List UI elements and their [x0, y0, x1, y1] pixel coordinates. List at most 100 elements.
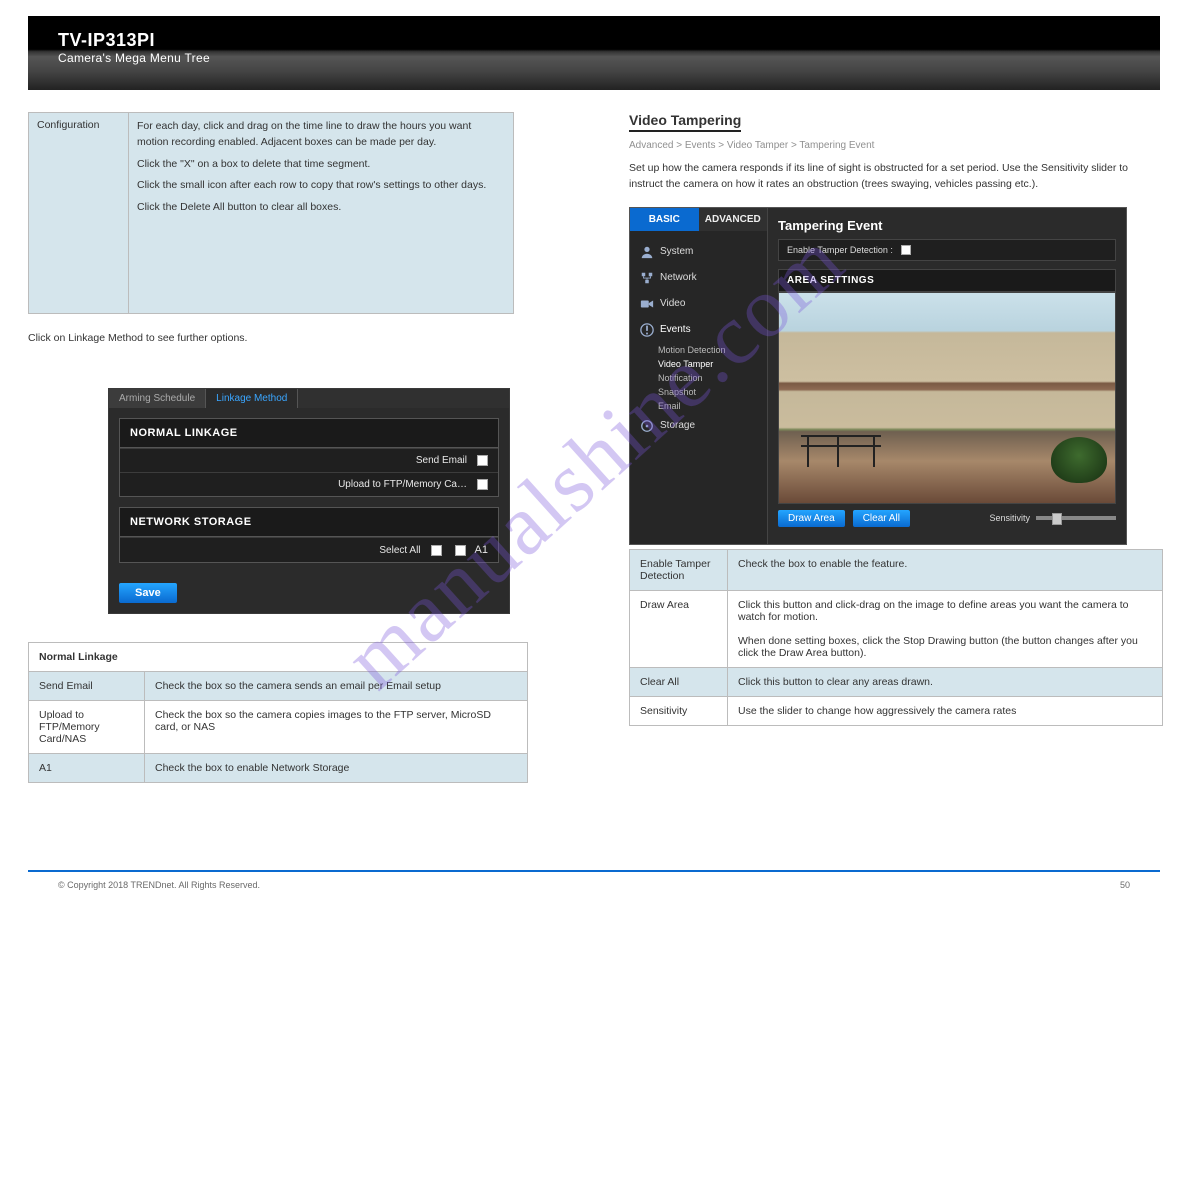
model-name: TV-IP313PI — [58, 30, 1130, 51]
nav-sub-tamper[interactable]: Video Tamper — [636, 357, 761, 371]
nav-system-label: System — [660, 246, 693, 257]
save-bar: Save — [109, 573, 509, 613]
ts-r4-desc: Use the slider to change how aggressivel… — [728, 697, 1162, 725]
preview-bench — [801, 427, 881, 467]
label-a1: A1 — [475, 544, 488, 556]
storage-icon — [640, 419, 654, 433]
nav-network-label: Network — [660, 272, 697, 283]
sensitivity-label: Sensitivity — [989, 513, 1030, 523]
video-tampering-blurb: Set up how the camera responds if its li… — [629, 161, 1160, 193]
nav-video-label: Video — [660, 298, 685, 309]
checkbox-upload[interactable] — [477, 479, 488, 490]
page-number: 50 — [1120, 880, 1130, 890]
video-icon — [640, 297, 654, 311]
left-column: Configuration For each day, click and dr… — [28, 112, 559, 896]
nav-sub-notification[interactable]: Notification — [636, 371, 761, 385]
preview-bush — [1051, 437, 1107, 483]
enable-tamper-label: Enable Tamper Detection : — [787, 245, 893, 255]
nav-system[interactable]: System — [636, 239, 761, 265]
right-column: Video Tampering Advanced > Events > Vide… — [629, 112, 1160, 896]
label-upload: Upload to FTP/Memory Ca… — [130, 479, 477, 490]
row-send-email: Send Email — [120, 448, 498, 472]
ts-r4-label: Sensitivity — [630, 697, 728, 725]
normal-linkage-table: Normal Linkage Send Email Check the box … — [28, 642, 528, 783]
tamper-sidebar: BASIC ADVANCED System Network — [630, 208, 768, 544]
ts-r3-label: Clear All — [630, 668, 728, 696]
tab-arming-schedule[interactable]: Arming Schedule — [109, 389, 206, 408]
tamper-title: Tampering Event — [778, 218, 1116, 233]
tab-advanced[interactable]: ADVANCED — [699, 208, 768, 231]
checkbox-a1[interactable] — [455, 545, 466, 556]
linkage-caption: Click on Linkage Method to see further o… — [28, 332, 559, 344]
ts-r1-label: Enable Tamper Detection — [630, 550, 728, 590]
ts-r2-desc-1: Click this button and click-drag on the … — [738, 599, 1128, 623]
camera-preview[interactable] — [778, 292, 1116, 504]
sidebar-nav: System Network Video — [630, 231, 767, 447]
cfg-text-1: For each day, click and drag on the time… — [137, 119, 505, 151]
nav-events-label: Events — [660, 324, 691, 335]
nl-r2-label: Upload to FTP/Memory Card/NAS — [29, 701, 145, 753]
label-select-all: Select All — [130, 545, 431, 556]
nav-storage-label: Storage — [660, 420, 695, 431]
clear-all-button[interactable]: Clear All — [853, 510, 910, 527]
system-icon — [640, 245, 654, 259]
nav-video[interactable]: Video — [636, 291, 761, 317]
cfg-label: Configuration — [29, 113, 129, 313]
nav-sub-email[interactable]: Email — [636, 399, 761, 413]
ts-r3-desc: Click this button to clear any areas dra… — [728, 668, 1162, 696]
tab-basic[interactable]: BASIC — [630, 208, 699, 231]
row-upload: Upload to FTP/Memory Ca… — [120, 472, 498, 496]
events-icon — [640, 323, 654, 337]
network-icon — [640, 271, 654, 285]
page-header: TV-IP313PI Camera's Mega Menu Tree — [28, 16, 1160, 90]
ts-r2-desc-2: When done setting boxes, click the Stop … — [738, 635, 1138, 659]
sensitivity-slider[interactable] — [1036, 516, 1116, 520]
checkbox-select-all[interactable] — [431, 545, 442, 556]
row-select-all: Select All A1 — [120, 537, 498, 562]
tamper-main: Tampering Event Enable Tamper Detection … — [768, 208, 1126, 544]
nav-events[interactable]: Events — [636, 317, 761, 343]
cfg-description: For each day, click and drag on the time… — [129, 113, 513, 313]
sidebar-tabs: BASIC ADVANCED — [630, 208, 767, 231]
checkbox-send-email[interactable] — [477, 455, 488, 466]
area-settings-title: AREA SETTINGS — [778, 269, 1116, 292]
nav-sub-motion[interactable]: Motion Detection — [636, 343, 761, 357]
nl-r2-desc: Check the box so the camera copies image… — [145, 701, 527, 753]
draw-area-button[interactable]: Draw Area — [778, 510, 845, 527]
nl-r3-label: A1 — [29, 754, 145, 782]
enable-tamper-checkbox[interactable] — [901, 245, 911, 255]
doc-subtitle: Camera's Mega Menu Tree — [58, 51, 1130, 65]
ts-r2-desc: Click this button and click-drag on the … — [728, 591, 1162, 667]
nl-r1-label: Send Email — [29, 672, 145, 700]
page-body: Configuration For each day, click and dr… — [28, 112, 1160, 896]
tamper-button-row: Draw Area Clear All Sensitivity — [778, 510, 1116, 527]
nav-sub-snapshot[interactable]: Snapshot — [636, 385, 761, 399]
linkage-tabs: Arming Schedule Linkage Method — [109, 389, 509, 408]
tampering-screenshot: BASIC ADVANCED System Network — [629, 207, 1127, 545]
tamper-settings-table: Enable Tamper Detection Check the box to… — [629, 549, 1163, 726]
nl-r3-desc: Check the box to enable Network Storage — [145, 754, 527, 782]
cfg-text-4: Click the Delete All button to clear all… — [137, 200, 505, 216]
sensitivity-control: Sensitivity — [989, 513, 1116, 523]
enable-tamper-row: Enable Tamper Detection : — [778, 239, 1116, 261]
panel-network-storage: NETWORK STORAGE Select All A1 — [119, 507, 499, 563]
network-storage-title: NETWORK STORAGE — [120, 508, 498, 537]
label-send-email: Send Email — [130, 455, 477, 466]
configuration-table: Configuration For each day, click and dr… — [28, 112, 514, 314]
ts-r2-label: Draw Area — [630, 591, 728, 667]
panel-normal-linkage: NORMAL LINKAGE Send Email Upload to FTP/… — [119, 418, 499, 497]
linkage-method-screenshot: Arming Schedule Linkage Method NORMAL LI… — [108, 388, 510, 614]
normal-linkage-title: NORMAL LINKAGE — [120, 419, 498, 448]
cfg-text-2: Click the "X" on a box to delete that ti… — [137, 157, 505, 173]
page-footer: © Copyright 2018 TRENDnet. All Rights Re… — [28, 870, 1160, 890]
cfg-text-3: Click the small icon after each row to c… — [137, 178, 505, 194]
copyright-text: © Copyright 2018 TRENDnet. All Rights Re… — [58, 880, 260, 890]
nav-storage[interactable]: Storage — [636, 413, 761, 439]
nl-r1-desc: Check the box so the camera sends an ema… — [145, 672, 527, 700]
nav-network[interactable]: Network — [636, 265, 761, 291]
ts-r1-desc: Check the box to enable the feature. — [728, 550, 1162, 590]
save-button[interactable]: Save — [119, 583, 177, 603]
tab-linkage-method[interactable]: Linkage Method — [206, 389, 298, 408]
video-tampering-heading: Video Tampering — [629, 112, 741, 132]
nl-table-title: Normal Linkage — [29, 643, 527, 671]
